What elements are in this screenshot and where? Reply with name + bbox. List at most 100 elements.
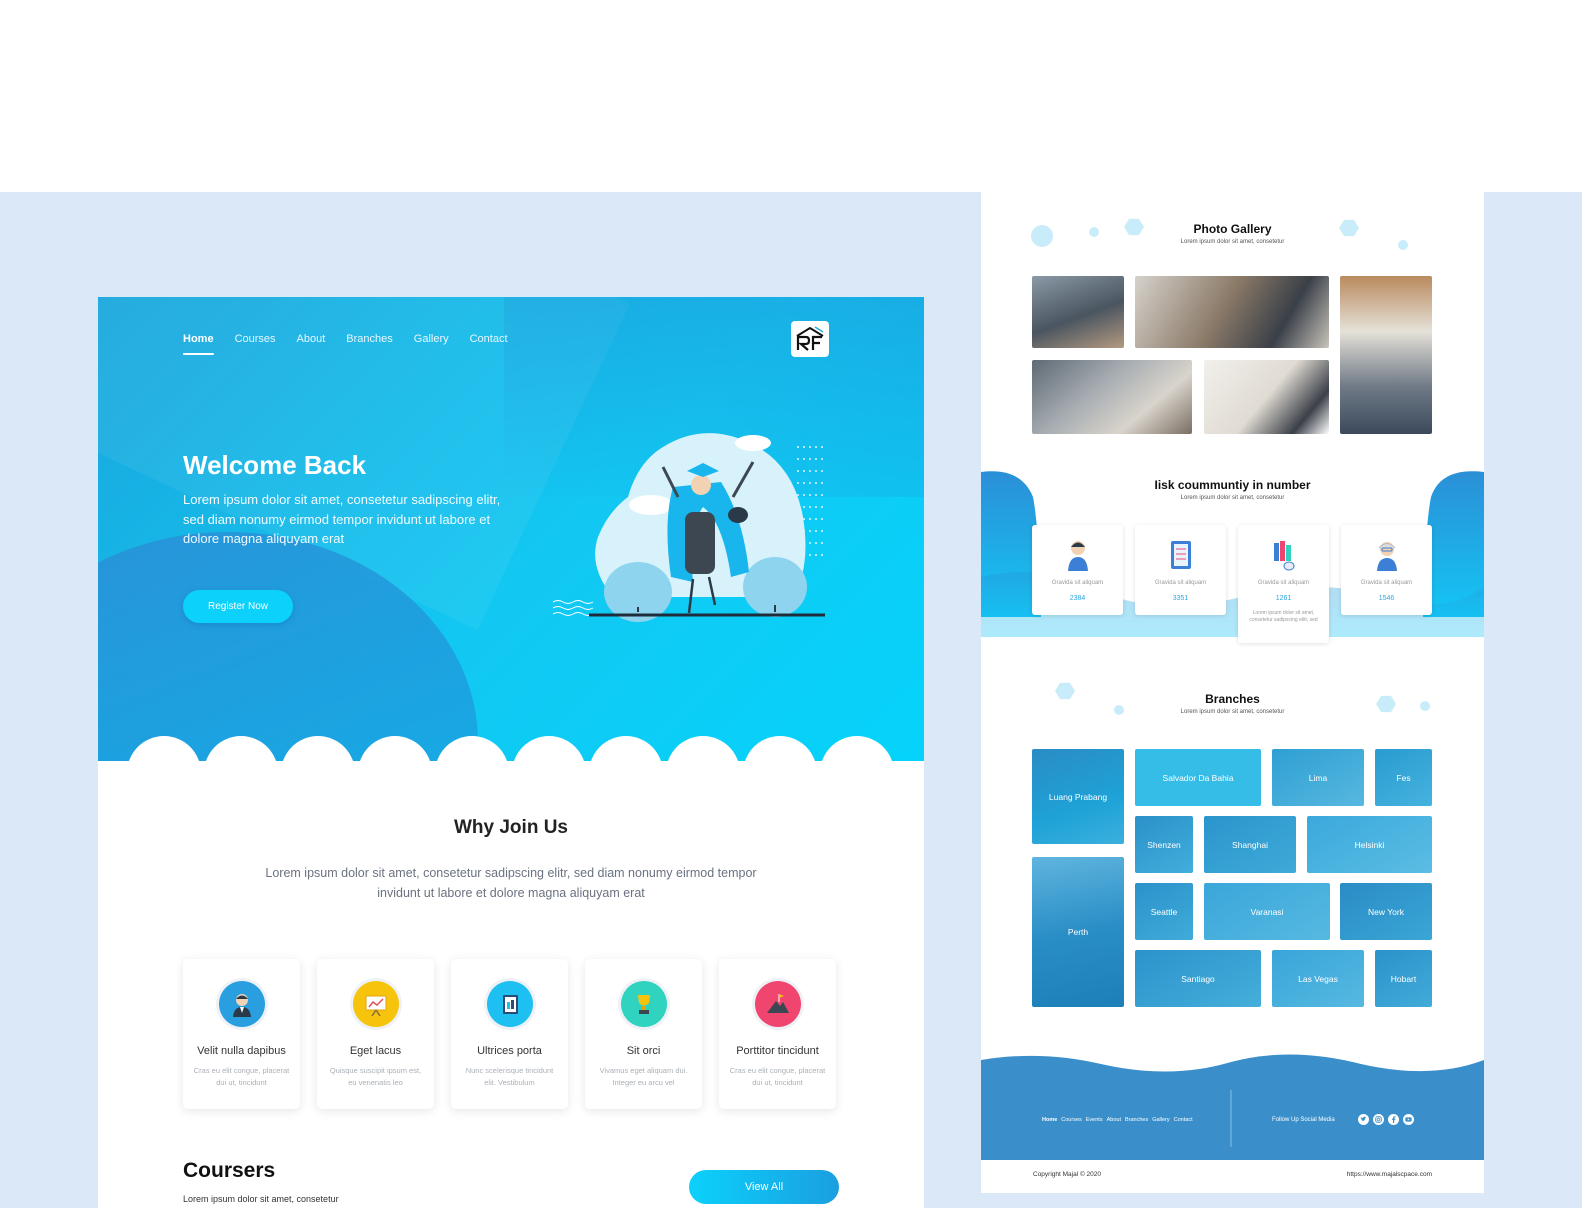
stat-label: Gravida sit aliquam: [1360, 580, 1413, 586]
scallop-edge: [129, 736, 892, 761]
feature-title: Eget lacus: [349, 1045, 402, 1057]
stat-extra-text: Lorem ipsum dolor sit amet, consetetur s…: [1249, 610, 1318, 623]
feature-card[interactable]: Ultrices porta Nunc scelerisque tincidun…: [451, 959, 568, 1109]
landing-page-preview: Home Courses About Branches Gallery Cont…: [98, 297, 924, 1208]
facebook-icon[interactable]: [1388, 1114, 1399, 1125]
stat-label: Gravida sit aliquam: [1154, 580, 1207, 586]
stat-label: Gravida sit aliquam: [1257, 580, 1310, 586]
brand-logo[interactable]: [791, 321, 829, 357]
notebook-icon: [1171, 541, 1191, 569]
branch-tile[interactable]: Shenzen: [1135, 816, 1193, 873]
stat-value: 1261: [1275, 595, 1292, 602]
feature-title: Velit nulla dapibus: [197, 1045, 286, 1057]
nav-contact[interactable]: Contact: [470, 333, 508, 355]
register-now-button[interactable]: Register Now: [183, 590, 293, 623]
branch-tile[interactable]: Salvador Da Bahia: [1135, 749, 1261, 806]
why-join-title: Why Join Us: [453, 817, 568, 838]
community-title: Iisk coummuntiy in number: [1154, 478, 1311, 492]
gallery-photo[interactable]: [1135, 276, 1329, 348]
branch-tile[interactable]: Seattle: [1135, 883, 1193, 940]
branch-tile[interactable]: Santiago: [1135, 950, 1261, 1007]
website-url[interactable]: https://www.majalscpace.com: [1347, 1171, 1432, 1178]
stat-label: Gravida sit aliquam: [1051, 580, 1104, 586]
nav-branches[interactable]: Branches: [346, 333, 392, 355]
why-join-text: Lorem ipsum dolor sit amet, consetetur s…: [265, 866, 757, 900]
hero-title: Welcome Back: [183, 450, 367, 480]
footer-nav-events[interactable]: Events: [1086, 1117, 1103, 1123]
youtube-icon[interactable]: [1403, 1114, 1414, 1125]
branches-title: Branches: [1205, 692, 1260, 706]
instagram-icon[interactable]: [1373, 1114, 1384, 1125]
feature-desc: Nunc scelerisque tincidunt elit. Vestibu…: [465, 1066, 554, 1087]
branch-tile[interactable]: Helsinki: [1307, 816, 1432, 873]
nav-gallery[interactable]: Gallery: [414, 333, 449, 355]
stat-card: Gravida sit aliquam 1546: [1341, 525, 1432, 615]
feature-desc: Cras eu elit congue, placerat dui ut, ti…: [193, 1066, 290, 1087]
graduate-illustration: [553, 433, 825, 622]
feature-desc: Cras eu elit congue, placerat dui ut, ti…: [729, 1066, 826, 1087]
footer-nav: Home Courses Events About Branches Galle…: [1042, 1117, 1193, 1123]
gallery-photo[interactable]: [1032, 276, 1124, 348]
feature-title: Porttitor tincidunt: [736, 1045, 819, 1057]
branch-tile[interactable]: Shanghai: [1204, 816, 1296, 873]
feature-desc: Vivamus eget aliquam dui. Integer eu arc…: [599, 1066, 688, 1087]
branch-tile[interactable]: Las Vegas: [1272, 950, 1364, 1007]
view-all-button[interactable]: View All: [689, 1170, 839, 1204]
footer-nav-courses[interactable]: Courses: [1061, 1117, 1081, 1123]
hero-text: Lorem ipsum dolor sit amet, consetetur s…: [183, 492, 501, 546]
nav-about[interactable]: About: [297, 333, 326, 355]
courses-title: Coursers: [183, 1159, 276, 1182]
inner-page-preview: Photo Gallery Lorem ipsum dolor sit amet…: [981, 192, 1484, 1193]
branch-tile[interactable]: Hobart: [1375, 950, 1432, 1007]
feature-desc: Quisque suscipit ipsum est, eu venenatis…: [329, 1066, 422, 1087]
professor-icon: [1377, 542, 1397, 571]
footer-nav-branches[interactable]: Branches: [1125, 1117, 1148, 1123]
books-mouse-icon: [1274, 541, 1295, 571]
stat-card: Gravida sit aliquam 3351: [1135, 525, 1226, 615]
mountain-flag-icon: [755, 981, 801, 1027]
stat-value: 3351: [1172, 595, 1189, 602]
twitter-icon[interactable]: [1358, 1114, 1369, 1125]
feature-title: Sit orci: [626, 1045, 661, 1057]
student-icon: [1068, 541, 1088, 571]
branch-tile[interactable]: Varanasi: [1204, 883, 1330, 940]
footer-nav-contact[interactable]: Contact: [1174, 1117, 1193, 1123]
feature-card[interactable]: Sit orci Vivamus eget aliquam dui. Integ…: [585, 959, 702, 1109]
branches-subtitle: Lorem ipsum dolor sit amet, consetetur: [1180, 709, 1285, 715]
trophy-icon: [621, 981, 667, 1027]
branch-tile[interactable]: New York: [1340, 883, 1432, 940]
community-subtitle: Lorem ipsum dolor sit amet, consetetur: [1180, 495, 1285, 501]
footer-nav-gallery[interactable]: Gallery: [1152, 1117, 1169, 1123]
stat-value: 2384: [1069, 595, 1086, 602]
stat-card: Gravida sit aliquam 1261 Lorem ipsum dol…: [1238, 525, 1329, 643]
feature-cards: Velit nulla dapibus Cras eu elit congue,…: [183, 959, 836, 1109]
courses-subtitle: Lorem ipsum dolor sit amet, consetetur: [183, 1194, 339, 1204]
teacher-icon: [219, 981, 265, 1027]
feature-card[interactable]: Velit nulla dapibus Cras eu elit congue,…: [183, 959, 300, 1109]
branch-tile[interactable]: Luang Prabang: [1032, 749, 1124, 844]
feature-title: Ultrices porta: [477, 1045, 542, 1057]
stat-value: 1546: [1378, 595, 1395, 602]
gallery-photo[interactable]: [1032, 360, 1192, 434]
book-icon: [487, 981, 533, 1027]
main-nav: Home Courses About Branches Gallery Cont…: [183, 333, 508, 355]
copyright-text: Copyright Majal © 2020: [1033, 1171, 1102, 1178]
gallery-photo[interactable]: [1204, 360, 1329, 434]
hero-section: Home Courses About Branches Gallery Cont…: [98, 297, 924, 761]
branch-tile[interactable]: Perth: [1032, 857, 1124, 1007]
gallery-subtitle: Lorem ipsum dolor sit amet, consetetur: [1180, 239, 1285, 245]
nav-home[interactable]: Home: [183, 333, 214, 355]
footer-nav-home[interactable]: Home: [1042, 1117, 1057, 1123]
footer-nav-about[interactable]: About: [1107, 1117, 1121, 1123]
branch-tile[interactable]: Lima: [1272, 749, 1364, 806]
gallery-photo[interactable]: [1340, 276, 1432, 434]
gallery-title: Photo Gallery: [1193, 222, 1272, 236]
stat-card: Gravida sit aliquam 2384: [1032, 525, 1123, 615]
nav-courses[interactable]: Courses: [235, 333, 276, 355]
feature-card[interactable]: Porttitor tincidunt Cras eu elit congue,…: [719, 959, 836, 1109]
presentation-board-icon: [353, 981, 399, 1027]
logo-mark-icon: [796, 326, 824, 351]
follow-social-label: Follow Up Social Media: [1272, 1117, 1335, 1123]
feature-card[interactable]: Eget lacus Quisque suscipit ipsum est, e…: [317, 959, 434, 1109]
branch-tile[interactable]: Fes: [1375, 749, 1432, 806]
